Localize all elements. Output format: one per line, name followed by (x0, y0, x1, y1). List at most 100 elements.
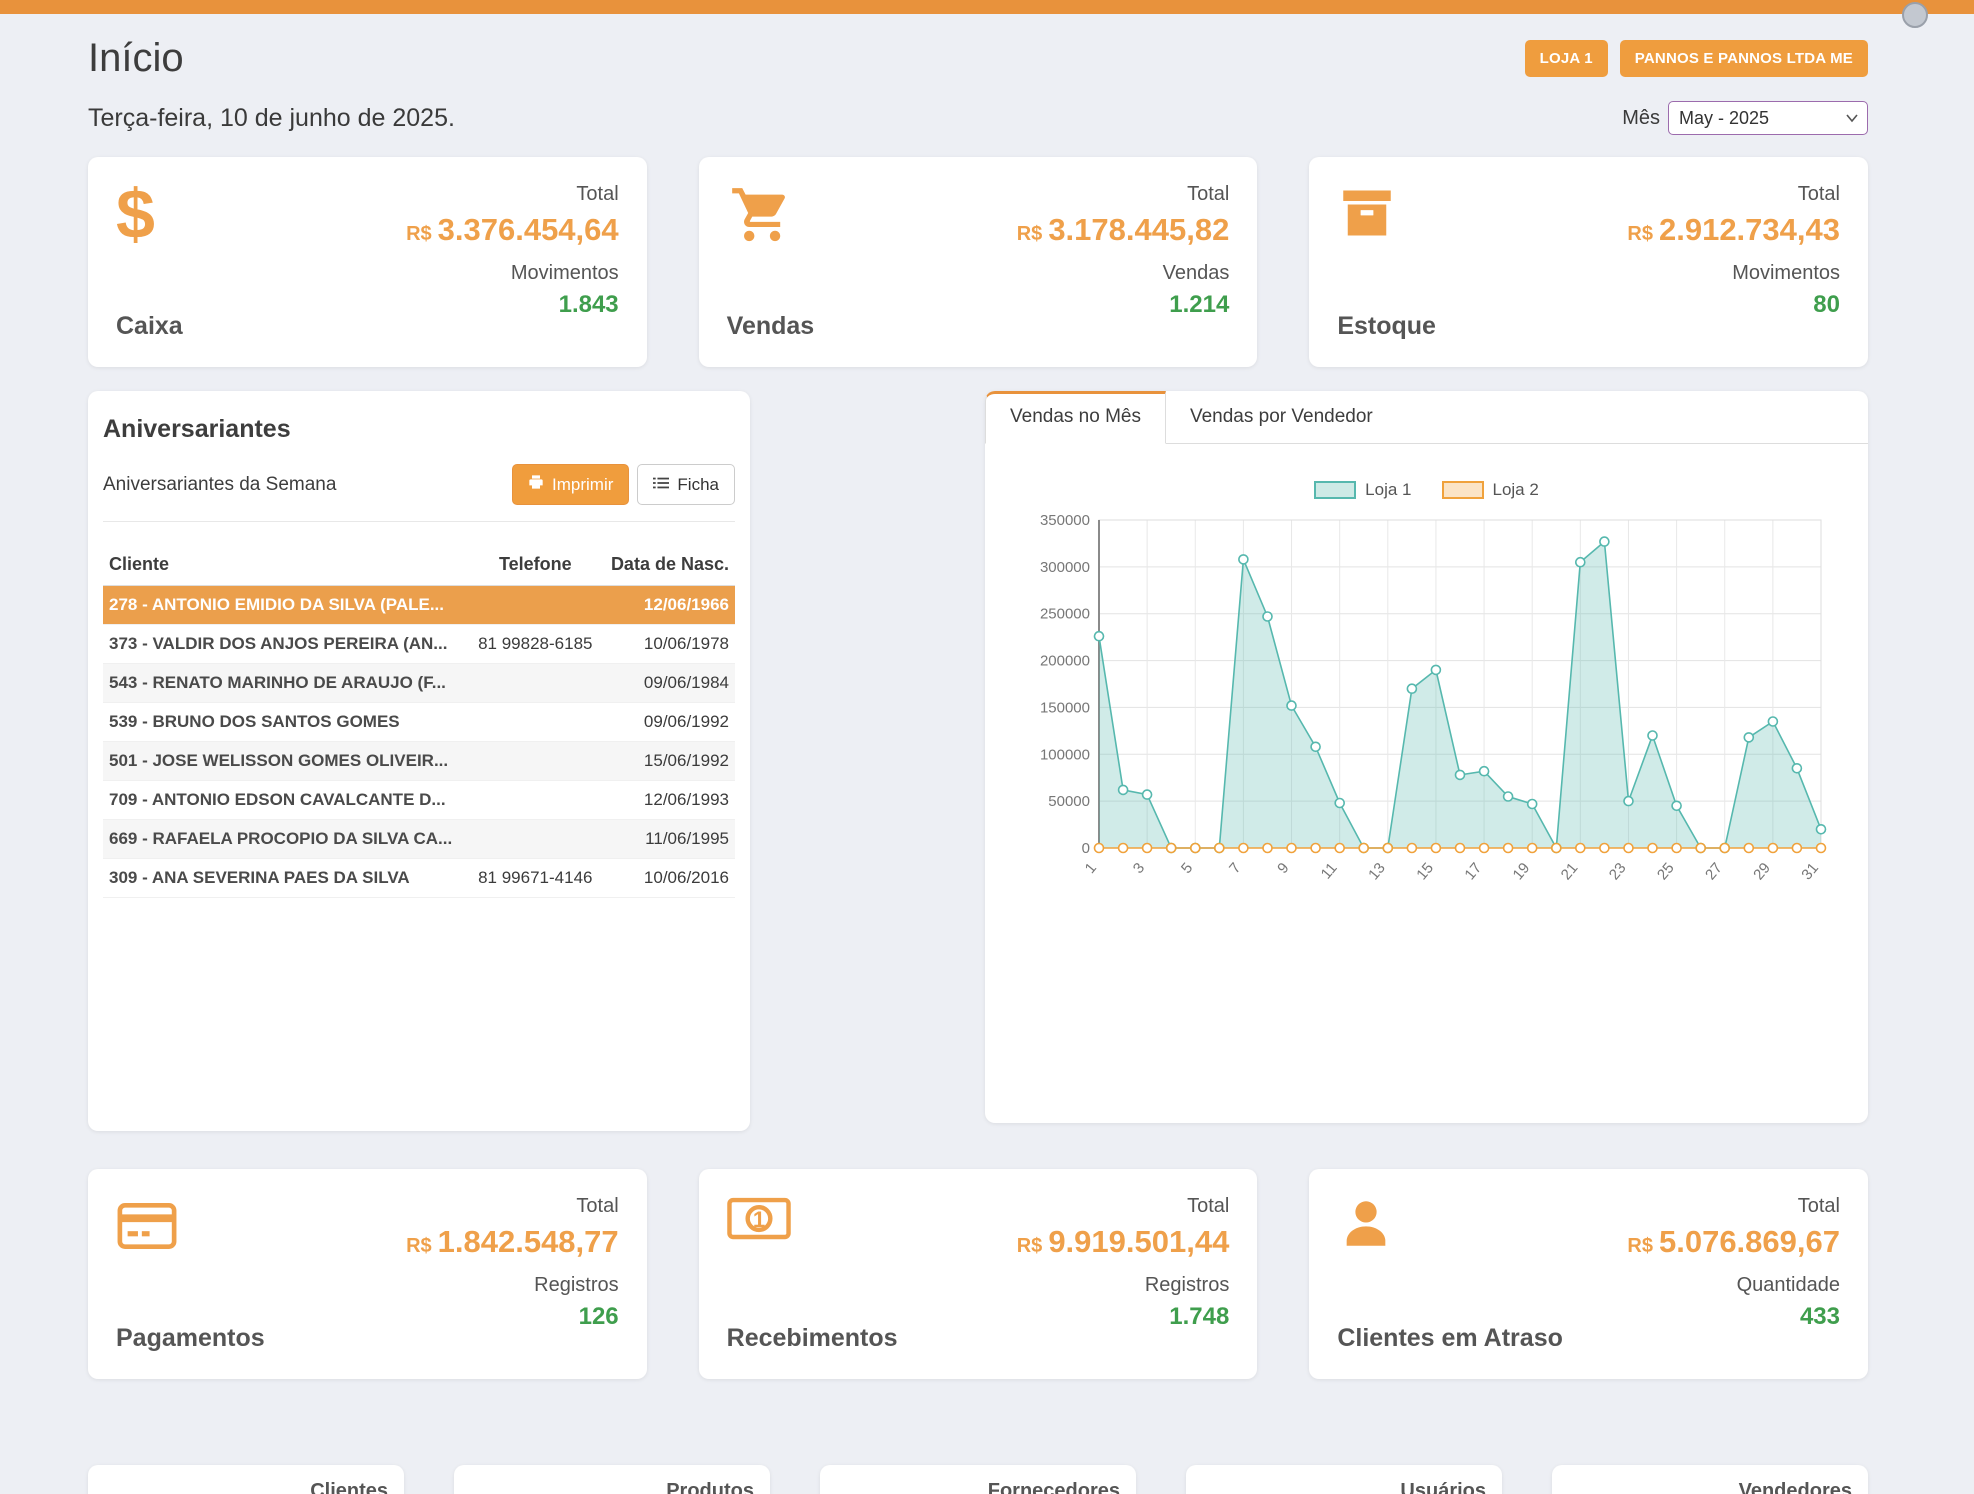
svg-text:7: 7 (1226, 860, 1244, 877)
stat-card-recebimentos: 1 Recebimentos Total R$9.919.501,44 Regi… (699, 1169, 1258, 1379)
svg-text:17: 17 (1461, 860, 1485, 884)
birthday-row[interactable]: 373 - VALDIR DOS ANJOS PEREIRA (AN...81 … (103, 625, 735, 664)
total-amount: R$9.919.501,44 (1017, 1224, 1230, 1260)
top-navbar (0, 0, 1974, 14)
cell-phone (470, 703, 601, 742)
cell-birth: 10/06/2016 (601, 859, 735, 898)
cell-client: 309 - ANA SEVERINA PAES DA SILVA (103, 859, 470, 898)
cell-birth: 15/06/1992 (601, 742, 735, 781)
middle-row: Aniversariantes Aniversariantes da Seman… (88, 391, 1868, 1131)
birthdays-title: Aniversariantes (103, 415, 735, 444)
birthday-row[interactable]: 501 - JOSE WELISSON GOMES OLIVEIR... 15/0… (103, 742, 735, 781)
legend-item: Loja 1 (1314, 480, 1411, 500)
birthday-row[interactable]: 669 - RAFAELA PROCOPIO DA SILVA CA...11/… (103, 820, 735, 859)
store-badge-loja1[interactable]: LOJA 1 (1525, 40, 1608, 77)
col-phone: Telefone (470, 544, 601, 586)
print-button[interactable]: Imprimir (512, 464, 629, 505)
stat-card-vendas: Vendas Total R$3.178.445,82 Vendas 1.214 (699, 157, 1258, 367)
cell-birth: 11/06/1995 (601, 820, 735, 859)
ficha-button[interactable]: Ficha (637, 464, 735, 505)
cell-phone (470, 820, 601, 859)
print-button-label: Imprimir (552, 475, 613, 495)
tab-vendas-no-mes[interactable]: Vendas no Mês (985, 391, 1166, 444)
total-label: Total (1627, 1195, 1840, 1218)
svg-text:0: 0 (1081, 840, 1089, 857)
svg-text:31: 31 (1798, 860, 1822, 884)
printer-icon (528, 474, 544, 495)
count-label: Movimentos (406, 262, 619, 285)
user-avatar[interactable] (1902, 2, 1928, 28)
svg-text:19: 19 (1509, 860, 1533, 884)
mini-card-label: Fornecedores (988, 1480, 1120, 1494)
count-value: 1.843 (406, 291, 619, 319)
legend-label: Loja 1 (1365, 480, 1411, 500)
banknote-icon: 1 (727, 1195, 793, 1261)
cell-phone: 81 99671-4146 (470, 859, 601, 898)
mini-card-label: Clientes (310, 1480, 388, 1494)
svg-text:25: 25 (1653, 860, 1677, 884)
count-label: Registros (1017, 1274, 1230, 1297)
svg-text:1: 1 (752, 1207, 764, 1232)
ficha-button-label: Ficha (677, 475, 719, 495)
col-client: Cliente (103, 544, 470, 586)
mini-card-label: Usuários (1400, 1480, 1486, 1494)
total-amount: R$1.842.548,77 (406, 1224, 619, 1260)
svg-text:23: 23 (1605, 860, 1629, 884)
company-badge[interactable]: PANNOS E PANNOS LTDA ME (1620, 40, 1868, 77)
stats-top-row: $ Caixa Total R$3.376.454,64 Movimentos … (88, 157, 1868, 367)
mini-card-clientes: Clientes (88, 1465, 404, 1494)
svg-text:5: 5 (1177, 860, 1195, 877)
total-amount: R$5.076.869,67 (1627, 1224, 1840, 1260)
birthday-row[interactable]: 278 - ANTONIO EMIDIO DA SILVA (PALE...12… (103, 586, 735, 625)
count-label: Movimentos (1627, 262, 1840, 285)
cell-client: 501 - JOSE WELISSON GOMES OLIVEIR... (103, 742, 470, 781)
svg-text:21: 21 (1557, 860, 1581, 884)
chart-legend: Loja 1 Loja 2 (1013, 480, 1840, 500)
stat-card-pagamentos: Pagamentos Total R$1.842.548,77 Registro… (88, 1169, 647, 1379)
svg-text:9: 9 (1274, 860, 1292, 877)
total-label: Total (1627, 183, 1840, 206)
sales-chart-card: Vendas no Mês Vendas por Vendedor Loja 1… (985, 391, 1868, 1123)
title-row: Início LOJA 1 PANNOS E PANNOS LTDA ME (88, 36, 1868, 81)
svg-text:350000: 350000 (1039, 512, 1089, 529)
count-label: Quantidade (1627, 1274, 1840, 1297)
cell-client: 543 - RENATO MARINHO DE ARAUJO (F... (103, 664, 470, 703)
birthdays-card: Aniversariantes Aniversariantes da Seman… (88, 391, 750, 1131)
cell-client: 539 - BRUNO DOS SANTOS GOMES (103, 703, 470, 742)
birthday-table-header: Cliente Telefone Data de Nasc. (103, 544, 735, 586)
legend-item: Loja 2 (1442, 480, 1539, 500)
credit-card-icon (116, 1195, 182, 1261)
total-label: Total (1017, 183, 1230, 206)
cell-phone: 81 99828-6185 (470, 625, 601, 664)
page-title: Início (88, 36, 184, 81)
birthday-row[interactable]: 543 - RENATO MARINHO DE ARAUJO (F... 09/0… (103, 664, 735, 703)
legend-swatch-loja1 (1314, 481, 1356, 499)
svg-text:300000: 300000 (1039, 559, 1089, 576)
cell-birth: 09/06/1992 (601, 703, 735, 742)
cell-birth: 12/06/1993 (601, 781, 735, 820)
birthday-row[interactable]: 309 - ANA SEVERINA PAES DA SILVA81 99671… (103, 859, 735, 898)
total-amount: R$2.912.734,43 (1627, 212, 1840, 248)
count-value: 80 (1627, 291, 1840, 319)
box-icon (1337, 183, 1403, 249)
sales-chart: 0500001000001500002000002500003000003500… (1017, 506, 1837, 936)
birthday-row[interactable]: 539 - BRUNO DOS SANTOS GOMES 09/06/1992 (103, 703, 735, 742)
stat-name: Recebimentos (727, 1324, 898, 1353)
list-icon (653, 475, 669, 495)
svg-text:11: 11 (1317, 860, 1340, 883)
cell-phone (470, 586, 601, 625)
footer-cards-row: Clientes Produtos Fornecedores Usuários … (88, 1465, 1868, 1494)
month-select[interactable]: May - 2025 (1668, 101, 1868, 135)
count-value: 1.748 (1017, 1303, 1230, 1331)
tab-vendas-por-vendedor[interactable]: Vendas por Vendedor (1166, 391, 1397, 443)
count-value: 1.214 (1017, 291, 1230, 319)
month-select-box: May - 2025 (1668, 101, 1868, 135)
birthday-row[interactable]: 709 - ANTONIO EDSON CAVALCANTE D...12/06… (103, 781, 735, 820)
cell-birth: 09/06/1984 (601, 664, 735, 703)
mini-card-usuarios: Usuários (1186, 1465, 1502, 1494)
count-value: 433 (1627, 1303, 1840, 1331)
mini-card-produtos: Produtos (454, 1465, 770, 1494)
svg-text:1: 1 (1081, 860, 1099, 877)
svg-text:29: 29 (1750, 860, 1774, 884)
birthday-table-body: 278 - ANTONIO EMIDIO DA SILVA (PALE...12… (103, 586, 735, 898)
